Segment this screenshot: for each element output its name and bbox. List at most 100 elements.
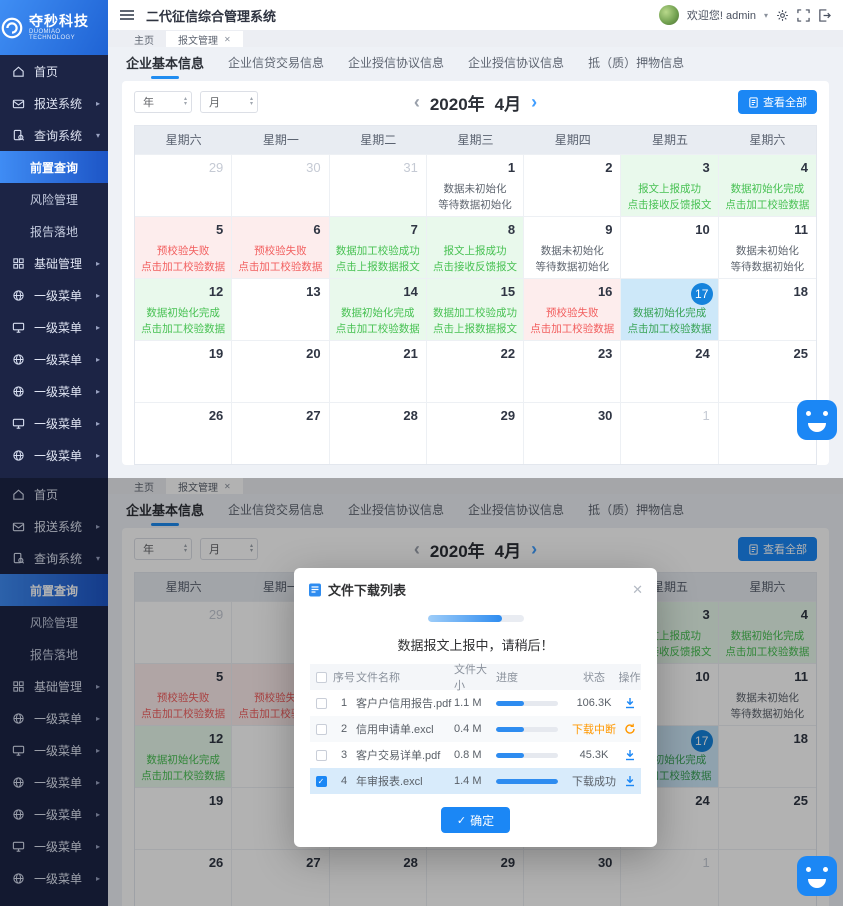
row-checkbox[interactable]: ✓ [310, 776, 332, 787]
calendar-day-cell[interactable]: 17数据初始化完成点击加工校验数据 [621, 278, 718, 340]
calendar-day-cell[interactable]: 26 [135, 402, 232, 464]
calendar-day-cell[interactable]: 30 [232, 154, 329, 216]
calendar-day-cell[interactable]: 21 [330, 340, 427, 402]
window-tab[interactable]: 主页 [122, 31, 166, 47]
chevron-right-icon: ▸ [96, 451, 100, 460]
content-tab[interactable]: 企业授信协议信息 [348, 48, 444, 77]
calendar-day-cell[interactable]: 15数据加工校验成功点击上报数据报文 [427, 278, 524, 340]
calendar-day-cell[interactable]: 16预校验失败点击加工校验数据 [524, 278, 621, 340]
refresh-icon[interactable] [618, 723, 641, 735]
chat-widget[interactable] [797, 400, 837, 440]
calendar-day-cell[interactable]: 3报文上报成功点击接收反馈报文 [621, 154, 718, 216]
sidebar-item[interactable]: 一级菜单▸ [0, 343, 108, 375]
sidebar-item[interactable]: 一级菜单▸ [0, 279, 108, 311]
checkbox-icon[interactable]: ✓ [316, 776, 327, 787]
stepper-arrows-icon[interactable]: ▴▾ [250, 97, 253, 107]
avatar[interactable] [659, 5, 679, 25]
calendar-day-cell[interactable]: 25 [719, 340, 816, 402]
calendar-day-cell[interactable]: 9数据未初始化等待数据初始化 [524, 216, 621, 278]
calendar-day-cell[interactable]: 11数据未初始化等待数据初始化 [719, 216, 816, 278]
calendar-day-cell[interactable]: 22 [427, 340, 524, 402]
close-tab-icon[interactable]: ✕ [224, 35, 231, 44]
calendar-day-cell[interactable]: 8报文上报成功点击接收反馈报文 [427, 216, 524, 278]
calendar-day-cell[interactable]: 24 [621, 340, 718, 402]
calendar-day-cell[interactable]: 14数据初始化完成点击加工校验数据 [330, 278, 427, 340]
sidebar-subitem[interactable]: 前置查询 [0, 151, 108, 183]
sidebar-item[interactable]: 一级菜单▸ [0, 439, 108, 471]
sidebar-item[interactable]: 查询系统▾ [0, 119, 108, 151]
progress-cell [496, 701, 570, 706]
calendar-day-cell[interactable]: 12数据初始化完成点击加工校验数据 [135, 278, 232, 340]
day-status-text: 数据加工校验成功 [427, 305, 523, 321]
row-checkbox[interactable] [310, 698, 332, 709]
calendar-day-cell[interactable]: 6预校验失败点击加工校验数据 [232, 216, 329, 278]
chat-widget-eye [823, 867, 828, 872]
month-stepper[interactable]: 月 ▴▾ [200, 91, 258, 113]
hamburger-menu-icon[interactable] [120, 10, 134, 20]
sidebar-item[interactable]: 一级菜单▸ [0, 311, 108, 343]
calendar-day-cell[interactable]: 13 [232, 278, 329, 340]
view-all-button[interactable]: 查看全部 [738, 90, 817, 114]
row-checkbox[interactable] [310, 724, 332, 735]
row-checkbox[interactable] [310, 750, 332, 761]
calendar-day-cell[interactable]: 20 [232, 340, 329, 402]
content-tab[interactable]: 企业信贷交易信息 [228, 48, 324, 77]
sidebar-subitem[interactable]: 报告落地 [0, 215, 108, 247]
content-tab[interactable]: 抵（质）押物信息 [588, 48, 684, 77]
confirm-button[interactable]: ✓ 确定 [441, 807, 510, 833]
select-all-checkbox[interactable] [310, 672, 332, 683]
day-status-text: 报文上报成功 [427, 243, 523, 259]
chat-widget[interactable] [797, 856, 837, 896]
weekday-header: 星期六 [135, 126, 232, 154]
calendar-day-cell[interactable]: 29 [427, 402, 524, 464]
calendar-day-cell[interactable]: 7数据加工校验成功点击上报数据报文 [330, 216, 427, 278]
gear-icon[interactable] [776, 9, 789, 22]
checkbox-icon[interactable] [316, 724, 327, 735]
calendar-day-cell[interactable]: 23 [524, 340, 621, 402]
sidebar-subitem[interactable]: 风险管理 [0, 183, 108, 215]
year-stepper-label: 年 [143, 94, 154, 110]
user-menu[interactable]: 欢迎您! admin [687, 7, 756, 23]
calendar-day-cell[interactable]: 30 [524, 402, 621, 464]
download-row[interactable]: 3客户交易详单.pdf0.8 M45.3K [310, 742, 641, 768]
download-row[interactable]: 2信用申请单.excl0.4 M下载中断 [310, 716, 641, 742]
content-tab[interactable]: 企业授信协议信息 [468, 48, 564, 77]
calendar-day-cell[interactable]: 5预校验失败点击加工校验数据 [135, 216, 232, 278]
logout-icon[interactable] [818, 9, 831, 22]
calendar-day-cell[interactable]: 4数据初始化完成点击加工校验数据 [719, 154, 816, 216]
download-row[interactable]: 1客户户信用报告.pdf1.1 M106.3K [310, 690, 641, 716]
prev-month-icon[interactable]: ‹ [414, 93, 420, 111]
day-status-text: 数据未初始化 [524, 243, 620, 259]
calendar-day-cell[interactable]: 18 [719, 278, 816, 340]
sidebar-item[interactable]: 一级菜单▸ [0, 375, 108, 407]
sidebar-item[interactable]: 报送系统▸ [0, 87, 108, 119]
calendar-day-cell[interactable]: 1数据未初始化等待数据初始化 [427, 154, 524, 216]
calendar-day-cell[interactable]: 31 [330, 154, 427, 216]
calendar-day-cell[interactable]: 1 [621, 402, 718, 464]
calendar-day-cell[interactable]: 29 [135, 154, 232, 216]
checkbox-icon[interactable] [316, 672, 327, 683]
calendar-day-cell[interactable]: 27 [232, 402, 329, 464]
window-tab[interactable]: 报文管理✕ [166, 31, 243, 47]
sidebar-item[interactable]: 一级菜单▸ [0, 407, 108, 439]
home-icon [12, 65, 26, 78]
checkbox-icon[interactable] [316, 698, 327, 709]
fullscreen-icon[interactable] [797, 9, 810, 22]
calendar-day-cell[interactable]: 28 [330, 402, 427, 464]
content-tab[interactable]: 企业基本信息 [126, 47, 204, 78]
stepper-arrows-icon[interactable]: ▴▾ [184, 97, 187, 107]
download-icon[interactable] [618, 697, 641, 709]
close-icon[interactable]: ✕ [632, 582, 643, 598]
calendar-day-cell[interactable]: 19 [135, 340, 232, 402]
logo[interactable]: 夺秒科技 DUOMIAO TECHNOLOGY [0, 0, 108, 55]
next-month-icon[interactable]: › [531, 93, 537, 111]
calendar-day-cell[interactable]: 10 [621, 216, 718, 278]
sidebar-item[interactable]: 首页 [0, 55, 108, 87]
checkbox-icon[interactable] [316, 750, 327, 761]
download-row[interactable]: ✓4年审报表.excl1.4 M下载成功 [310, 768, 641, 794]
calendar-day-cell[interactable]: 2 [524, 154, 621, 216]
sidebar-item[interactable]: 基础管理▸ [0, 247, 108, 279]
download-icon[interactable] [618, 775, 641, 787]
year-stepper[interactable]: 年 ▴▾ [134, 91, 192, 113]
download-icon[interactable] [618, 749, 641, 761]
